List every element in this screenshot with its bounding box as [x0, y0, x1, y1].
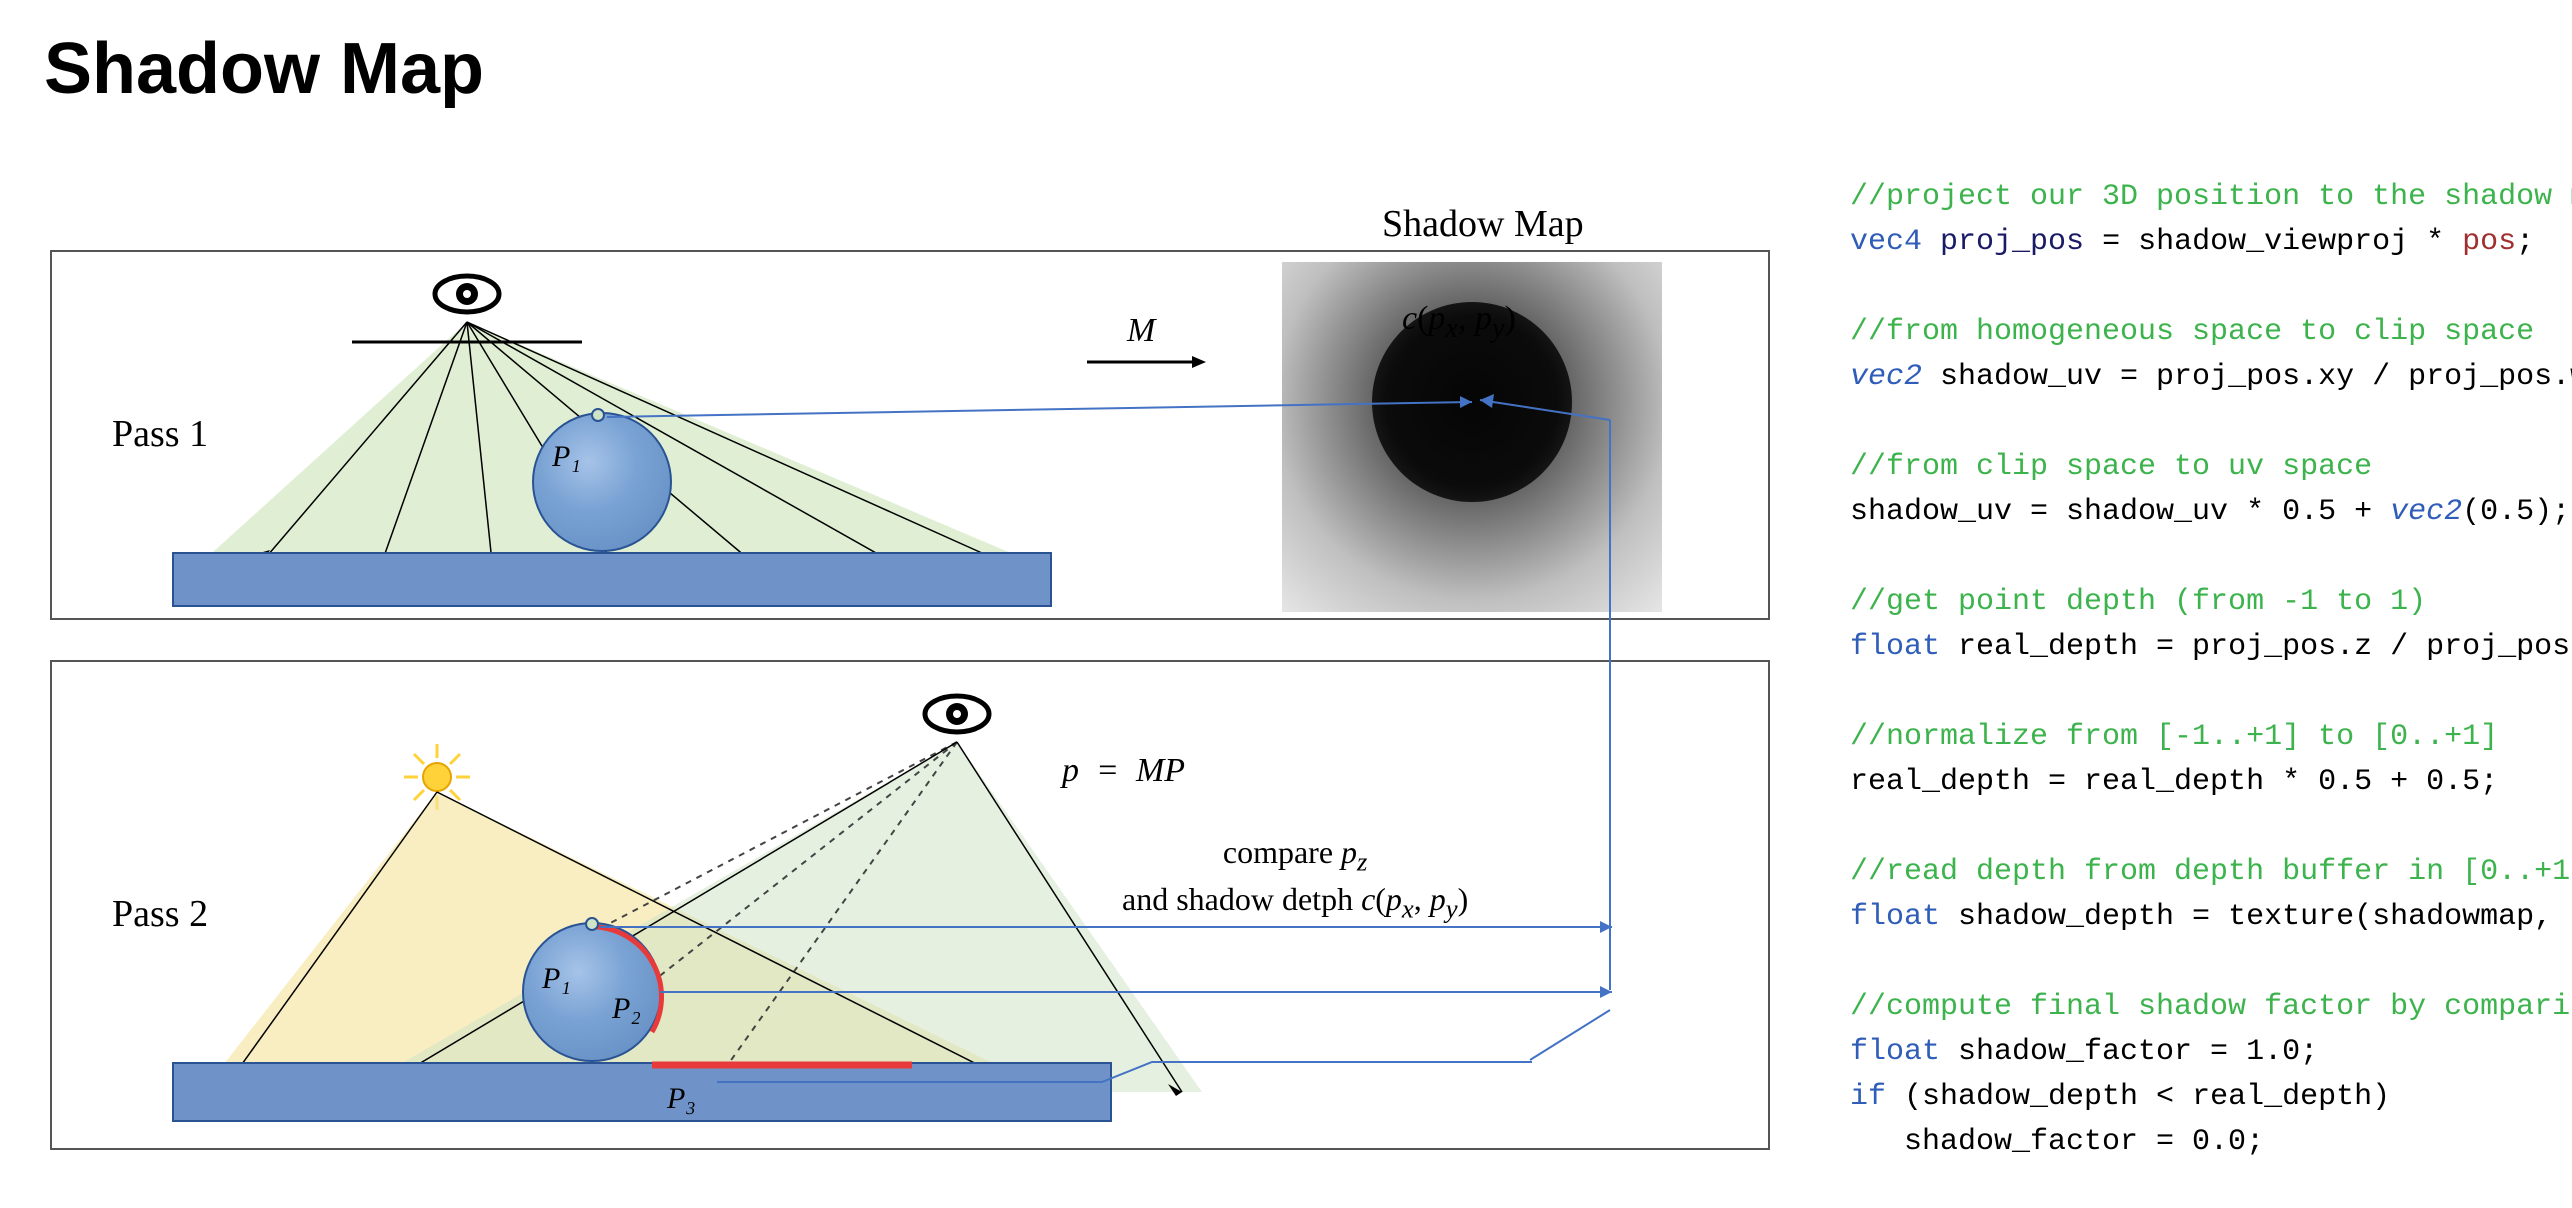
code-comment: //project our 3D position to the shadow … [1850, 180, 2572, 214]
shader-code-block: //project our 3D position to the shadow … [1850, 130, 2572, 1165]
code-comment: //get point depth (from -1 to 1) [1850, 585, 2426, 619]
code-comment: //compute final shadow factor by compari… [1850, 990, 2572, 1024]
code-type: float [1850, 900, 1940, 934]
code-comment: //from clip space to uv space [1850, 450, 2372, 484]
code-text: shadow_uv = proj_pos.xy / proj_pos.w; [1922, 360, 2572, 394]
code-var: proj_pos [1940, 225, 2084, 259]
code-text: = shadow_viewproj * [2084, 225, 2462, 259]
code-text: (shadow_depth < real_depth) [1886, 1080, 2390, 1114]
code-text: shadow_factor = 0.0; [1850, 1125, 2264, 1159]
diagram-panel-pass2: Pass 2 [50, 660, 1770, 1150]
code-comment: //read depth from depth buffer in [0..+1… [1850, 855, 2572, 889]
code-text: ; [2516, 225, 2534, 259]
projection-arrows-pass2 [52, 662, 1772, 1152]
shadowmap-title: Shadow Map [1382, 202, 1584, 246]
code-type: vec4 [1850, 225, 1922, 259]
slide-title: Shadow Map [44, 28, 484, 110]
code-text: shadow_factor = 1.0; [1940, 1035, 2318, 1069]
code-text: real_depth = real_depth * 0.5 + 0.5; [1850, 765, 2498, 799]
code-comment: //from homogeneous space to clip space [1850, 315, 2534, 349]
code-type: float [1850, 630, 1940, 664]
code-comment: //normalize from [-1..+1] to [0..+1] [1850, 720, 2498, 754]
code-keyword: if [1850, 1080, 1886, 1114]
code-text: shadow_uv = shadow_uv * 0.5 + [1850, 495, 2390, 529]
code-text: real_depth = proj_pos.z / proj_pos.w; [1940, 630, 2572, 664]
diagram-panel-pass1: Pass 1 P₁ M Shadow Map [50, 250, 1770, 620]
code-type: float [1850, 1035, 1940, 1069]
code-var: pos [2462, 225, 2516, 259]
code-type: vec2 [1850, 360, 1922, 394]
code-text: (0.5); [2462, 495, 2570, 529]
code-type: vec2 [2390, 495, 2462, 529]
code-text: shadow_depth = texture(shadowmap, shadow… [1940, 900, 2572, 934]
projection-arrow-pass1 [52, 252, 1772, 622]
